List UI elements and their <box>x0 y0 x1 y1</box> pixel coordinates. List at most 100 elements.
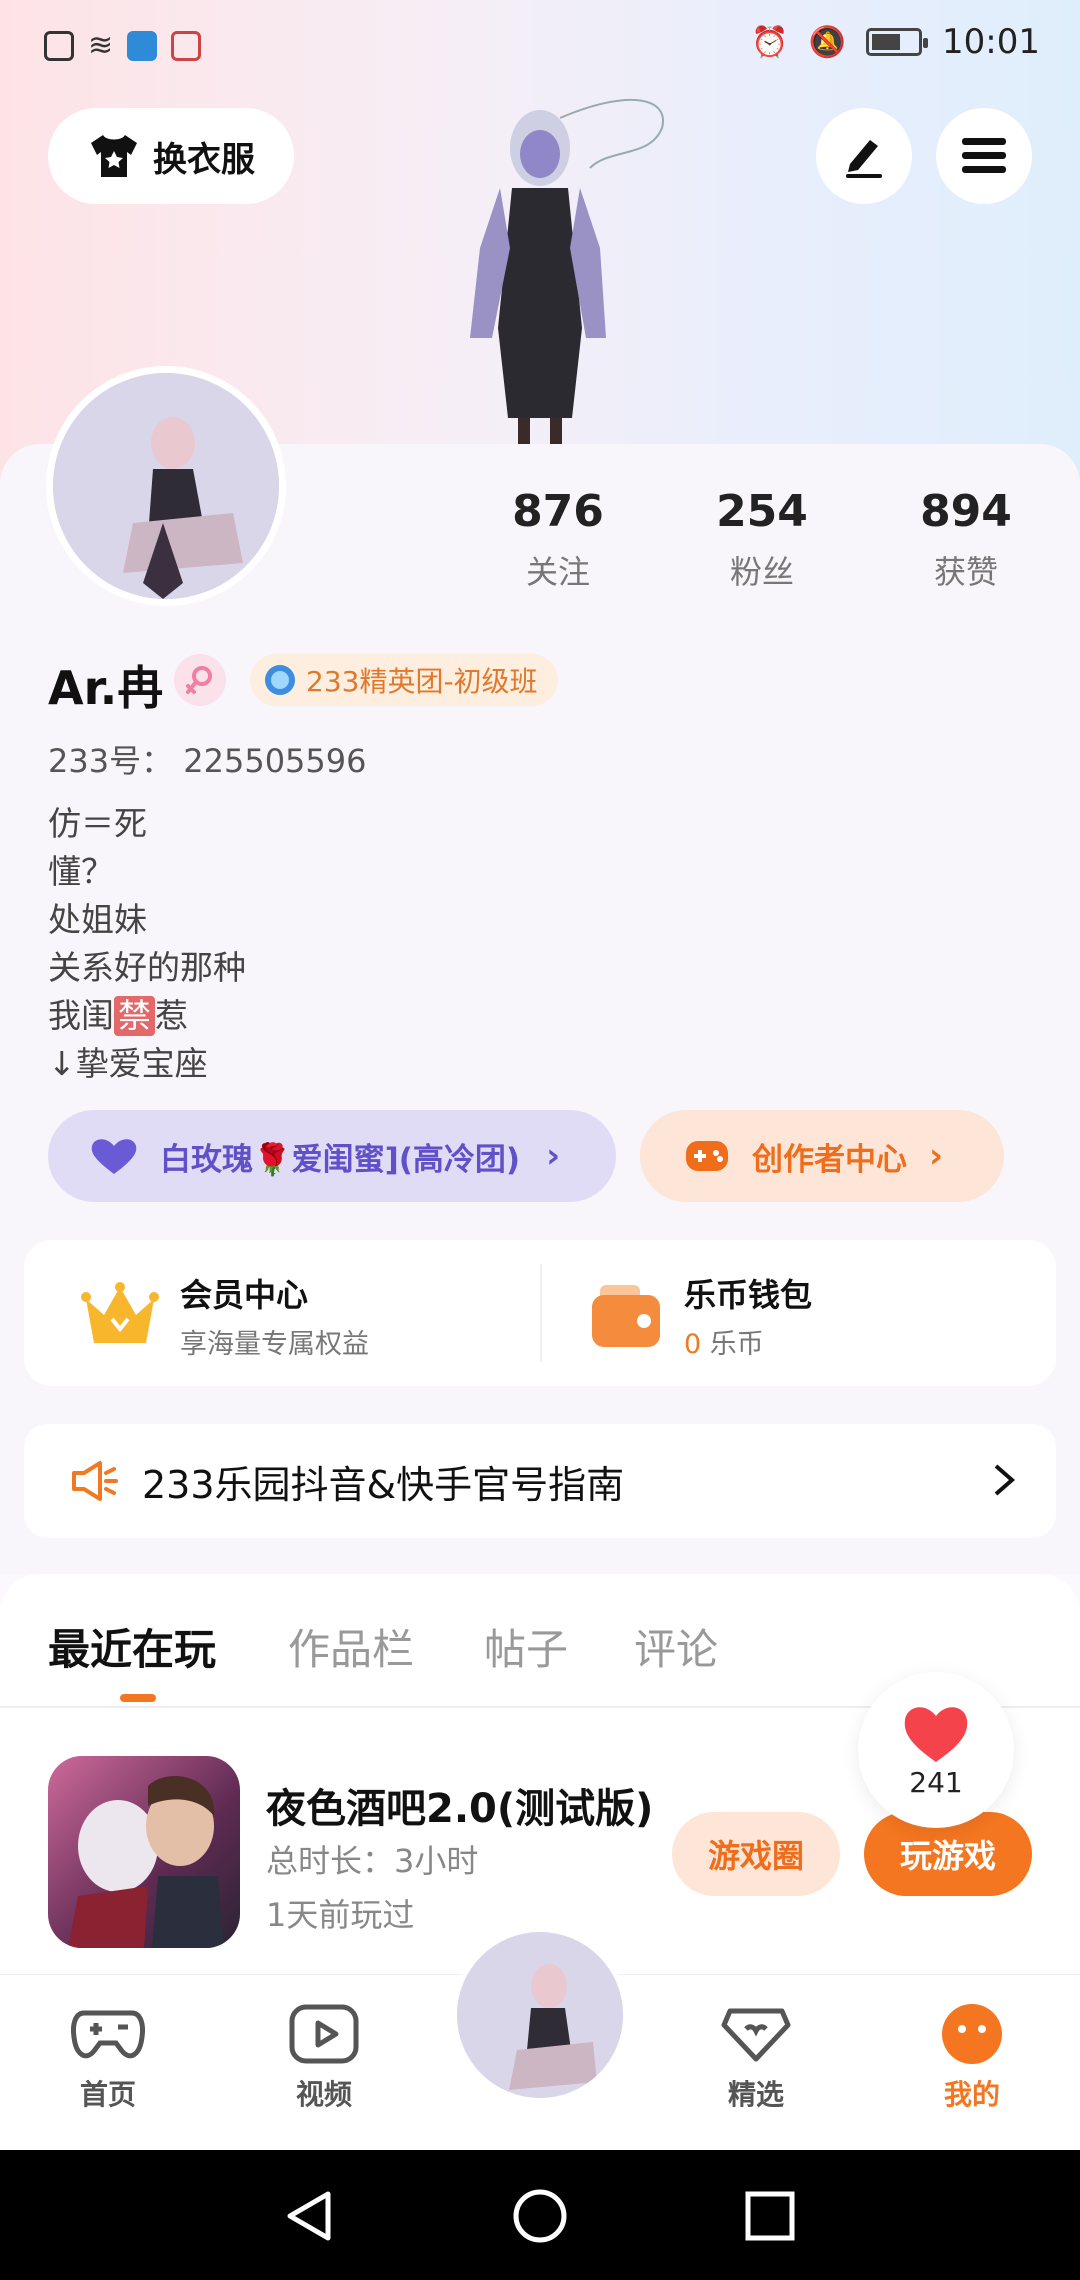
bio-censored-tag: 禁 <box>114 996 155 1036</box>
home-icon[interactable] <box>510 2186 570 2246</box>
user-id[interactable]: 233号： 225505596 <box>48 736 367 782</box>
game-duration: 总时长：3小时 <box>266 1842 479 1880</box>
wallet-title: 乐币钱包 <box>684 1276 813 1314</box>
hamburger-icon <box>962 138 1006 173</box>
wifi-icon: ≋ <box>88 28 114 63</box>
gamepad-icon <box>71 2010 145 2059</box>
mute-icon: 🔕 <box>808 24 847 60</box>
system-nav-bar <box>0 2150 1080 2280</box>
chevron-right-icon: › <box>546 1136 561 1176</box>
like-count: 241 <box>909 1765 963 1799</box>
stat-following-label: 关注 <box>525 553 590 591</box>
smile-face-icon <box>942 2004 1002 2064</box>
creator-center-button[interactable]: 创作者中心 › <box>640 1110 1004 1202</box>
recents-icon[interactable] <box>740 2186 800 2246</box>
wallet-icon <box>592 1284 660 1347</box>
status-bar: ≋ ⏰ 🔕 10:01 <box>0 0 1080 90</box>
nav-mine-label: 我的 <box>943 2078 1000 2111</box>
badge-medal-icon <box>265 665 295 695</box>
heart-box-icon <box>721 2008 791 2062</box>
like-button[interactable]: 241 <box>858 1672 1014 1828</box>
user-name: Ar.冉 <box>48 661 164 715</box>
game-last-played: 1天前玩过 <box>266 1896 415 1934</box>
game-title: 夜色酒吧2.0(测试版) <box>266 1786 654 1832</box>
gender-female-icon <box>174 654 226 706</box>
user-bio: 仿＝死 懂？ 处姐妹 关系好的那种 我闺禁惹 ↓挚爱宝座 <box>48 800 246 1088</box>
avatar-3d-figure <box>470 98 664 448</box>
stat-likes-label: 获赞 <box>933 553 998 591</box>
pencil-icon <box>846 140 882 178</box>
nav-mine[interactable]: 我的 <box>902 2003 1042 2113</box>
megaphone-icon <box>72 1461 118 1501</box>
announcement-text: 233乐园抖音&快手官号指南 <box>142 1462 625 1507</box>
cloud-icon <box>127 30 158 61</box>
bio-line: 仿＝死 <box>48 804 147 843</box>
title-badge[interactable]: 233精英团-初级班 <box>250 654 558 706</box>
membership-card: 会员中心 享海量专属权益 乐币钱包 0 乐币 <box>24 1240 1056 1386</box>
bio-line: ↓挚爱宝座 <box>48 1044 208 1083</box>
change-outfit-button[interactable]: 换衣服 <box>48 108 294 204</box>
title-badge-label: 233精英团-初级班 <box>306 665 538 698</box>
chevron-right-icon <box>992 1462 1016 1507</box>
stat-following-count: 876 <box>512 486 604 537</box>
alert-icon <box>44 30 74 61</box>
nav-featured-label: 精选 <box>727 2078 784 2111</box>
stat-fans[interactable]: 254 粉丝 <box>662 486 862 593</box>
nav-video-label: 视频 <box>295 2078 352 2111</box>
heart-icon <box>904 1706 968 1762</box>
member-center-subtitle: 享海量专属权益 <box>180 1329 369 1360</box>
creator-center-label: 创作者中心 <box>752 1141 907 1178</box>
stat-likes[interactable]: 894 获赞 <box>866 486 1066 593</box>
bio-line: 懂？ <box>48 852 114 891</box>
edit-profile-button[interactable] <box>816 108 912 204</box>
stat-fans-count: 254 <box>716 486 808 537</box>
avatar-image <box>53 373 279 599</box>
group-label: 白玫瑰🌹爱闺蜜](高冷团) <box>160 1141 521 1178</box>
bio-text: 我闺 <box>48 996 114 1035</box>
coin-wallet[interactable]: 乐币钱包 0 乐币 <box>590 1270 812 1361</box>
tab-works[interactable]: 作品栏 <box>288 1616 414 1677</box>
back-icon[interactable] <box>280 2186 340 2246</box>
tshirt-icon <box>91 135 137 177</box>
change-outfit-label: 换衣服 <box>153 139 255 180</box>
bio-text: 惹 <box>155 996 188 1035</box>
tab-comments[interactable]: 评论 <box>634 1616 718 1677</box>
tab-recently-played[interactable]: 最近在玩 <box>48 1616 216 1677</box>
battery-icon <box>866 28 929 56</box>
member-center-title: 会员中心 <box>180 1276 309 1314</box>
game-cover-image <box>68 1776 224 1948</box>
alarm-icon: ⏰ <box>751 24 789 60</box>
nav-featured[interactable]: 精选 <box>686 2003 826 2113</box>
member-center[interactable]: 会员中心 享海量专属权益 <box>80 1270 369 1361</box>
tab-indicator <box>120 1694 156 1702</box>
cast-icon <box>171 30 202 61</box>
nav-avatar[interactable] <box>452 1927 628 2103</box>
crown-icon <box>81 1281 159 1343</box>
bio-line: 处姐妹 <box>48 900 147 939</box>
stat-following[interactable]: 876 关注 <box>458 486 658 593</box>
bio-line: 我闺禁惹 <box>48 992 246 1040</box>
group-button[interactable]: 白玫瑰🌹爱闺蜜](高冷团) › <box>48 1110 616 1202</box>
wallet-amount: 0 <box>684 1329 702 1360</box>
nav-video[interactable]: 视频 <box>254 2003 394 2113</box>
video-icon <box>289 2004 359 2064</box>
bio-line: 关系好的那种 <box>48 948 246 987</box>
announcement-bar[interactable]: 233乐园抖音&快手官号指南 <box>24 1424 1056 1538</box>
gamepad-icon <box>686 1141 728 1171</box>
stat-fans-label: 粉丝 <box>729 553 794 591</box>
game-circle-button[interactable]: 游戏圈 <box>672 1812 840 1896</box>
stat-likes-count: 894 <box>920 486 1012 537</box>
game-icon[interactable] <box>48 1756 240 1948</box>
wallet-unit: 乐币 <box>709 1329 764 1360</box>
nav-home[interactable]: 首页 <box>38 2003 178 2113</box>
bottom-nav: 首页 视频 精选 我的 <box>0 1927 1080 2150</box>
divider <box>540 1264 542 1362</box>
avatar-image <box>457 1932 623 2098</box>
status-time: 10:01 <box>942 22 1040 62</box>
chevron-right-icon: › <box>929 1136 944 1176</box>
menu-button[interactable] <box>936 108 1032 204</box>
nav-home-label: 首页 <box>79 2078 136 2111</box>
avatar[interactable] <box>46 366 286 606</box>
heart-icon <box>91 1139 137 1174</box>
tab-posts[interactable]: 帖子 <box>484 1616 568 1677</box>
